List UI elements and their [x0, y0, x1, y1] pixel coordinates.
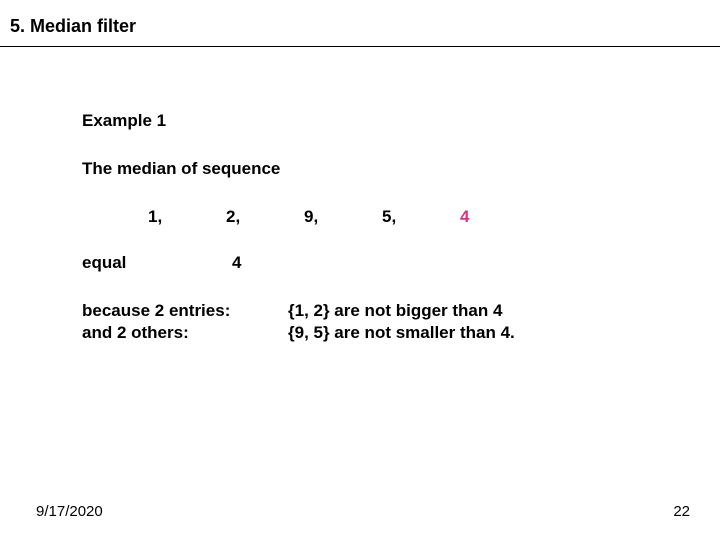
because-left-col: because 2 entries: and 2 others:	[82, 300, 288, 344]
title-underline	[0, 46, 720, 47]
slide-title: 5. Median filter	[0, 16, 136, 37]
because-block: because 2 entries: and 2 others: {1, 2} …	[82, 300, 538, 344]
footer-page-number: 22	[673, 503, 690, 520]
because-left-line-1: and 2 others:	[82, 322, 288, 344]
sequence-item-1: 2,	[226, 206, 304, 228]
because-right-line-1: {9, 5} are not smaller than 4.	[288, 322, 515, 344]
sequence-item-3: 5,	[382, 206, 460, 228]
sequence-item-2: 9,	[304, 206, 382, 228]
sequence-lead-space	[82, 206, 148, 228]
equal-label: equal	[82, 252, 232, 274]
footer-date: 9/17/2020	[36, 503, 103, 520]
because-right-col: {1, 2} are not bigger than 4 {9, 5} are …	[288, 300, 515, 344]
equal-value: 4	[232, 252, 241, 274]
sequence-item-4-highlight: 4	[460, 206, 538, 228]
because-right-line-0: {1, 2} are not bigger than 4	[288, 300, 515, 322]
example-label: Example 1	[82, 110, 538, 132]
intro-line: The median of sequence	[82, 158, 538, 180]
sequence-row: 1, 2, 9, 5, 4	[82, 206, 538, 228]
slide-body: Example 1 The median of sequence 1, 2, 9…	[82, 110, 538, 345]
because-left-line-0: because 2 entries:	[82, 300, 288, 322]
equal-row: equal 4	[82, 252, 538, 274]
sequence-item-0: 1,	[148, 206, 226, 228]
